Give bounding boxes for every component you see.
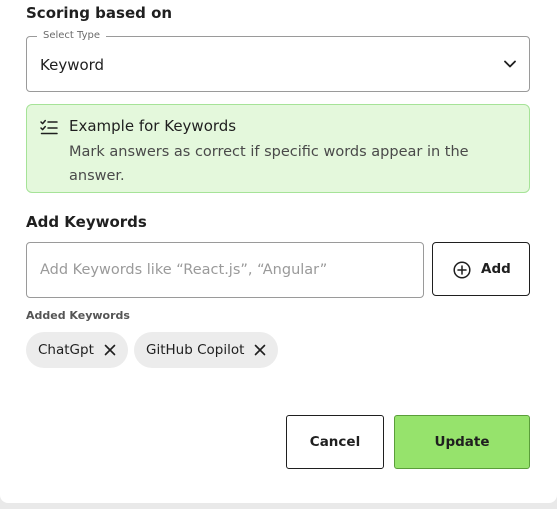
keyword-chip: GitHub Copilot — [134, 332, 279, 368]
plus-circle-icon — [453, 261, 471, 279]
keyword-chip-label: ChatGpt — [38, 342, 94, 358]
select-type-dropdown[interactable]: Select Type Keyword — [26, 30, 530, 92]
select-type-legend: Select Type — [37, 30, 106, 42]
select-type-value: Keyword — [40, 56, 105, 74]
add-keyword-button[interactable]: Add — [432, 242, 530, 296]
scoring-panel: Scoring based on Select Type Keyword Exa… — [0, 0, 557, 503]
add-button-label: Add — [481, 261, 511, 277]
cancel-button[interactable]: Cancel — [286, 415, 384, 469]
keyword-chip: ChatGpt — [26, 332, 128, 368]
keyword-input[interactable] — [26, 242, 424, 298]
chevron-down-icon — [504, 60, 516, 68]
keyword-chip-label: GitHub Copilot — [146, 342, 245, 358]
update-button[interactable]: Update — [394, 415, 530, 469]
close-icon[interactable] — [254, 344, 266, 356]
keyword-example-info: Example for Keywords Mark answers as cor… — [26, 104, 530, 193]
info-description: Mark answers as correct if specific word… — [69, 144, 469, 184]
added-keywords-label: Added Keywords — [26, 309, 130, 322]
scoring-title: Scoring based on — [26, 4, 173, 22]
checklist-icon — [40, 119, 58, 135]
info-title: Example for Keywords — [69, 117, 237, 135]
close-icon[interactable] — [104, 344, 116, 356]
add-keywords-title: Add Keywords — [26, 213, 147, 231]
